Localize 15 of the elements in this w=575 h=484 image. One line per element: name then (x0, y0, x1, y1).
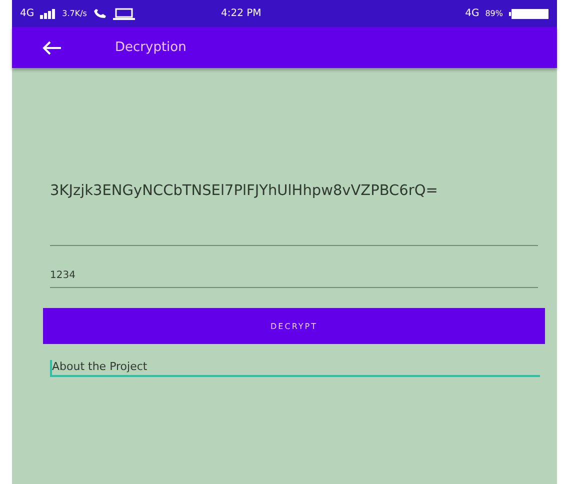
signal-icon (40, 8, 56, 18)
decrypt-button[interactable]: DECRYPT (43, 308, 545, 344)
laptop-icon (112, 8, 135, 20)
phone-icon (92, 8, 107, 18)
speed-label: 3.7K/s (62, 9, 87, 18)
screen-title: Decryption (115, 40, 186, 55)
network-label: 4G (465, 8, 480, 19)
back-arrow-icon[interactable] (42, 40, 62, 54)
battery-label: 89% (485, 9, 503, 18)
battery-icon (509, 8, 549, 18)
cipher-text: 3KJzjk3ENGyNCCbTNSEl7PlFJYhUlHhpw8vVZPBC6rQ= (50, 182, 439, 200)
time-label: 4:22 PM (220, 8, 262, 19)
key-field[interactable]: 1234 (50, 270, 538, 288)
network-label: 4G (20, 8, 34, 19)
about-field[interactable]: About the Project (50, 360, 540, 377)
